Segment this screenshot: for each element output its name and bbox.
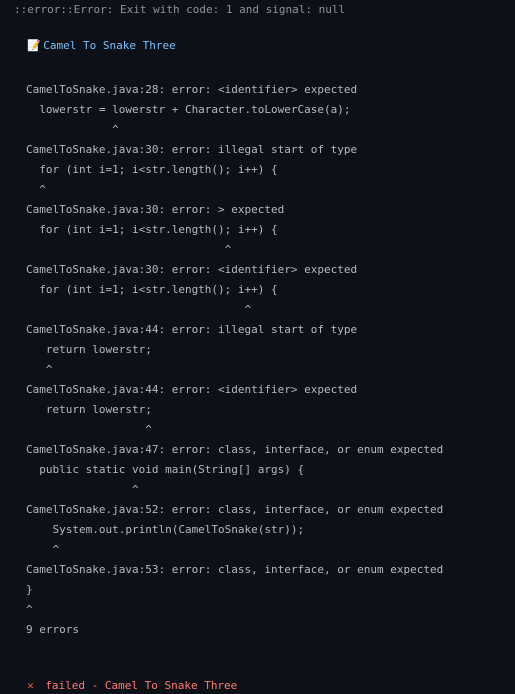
log-line: CamelToSnake.java:28: error: <identifier… [26,83,358,96]
log-line: ^ [26,303,252,316]
log-line: CamelToSnake.java:30: error: <identifier… [26,263,358,276]
log-line: CamelToSnake.java:52: error: class, inte… [26,503,444,516]
log-line: CamelToSnake.java:53: error: class, inte… [26,563,444,576]
log-line: for (int i=1; i<str.length(); i++) { [26,223,278,236]
log-line: System.out.println(CamelToSnake(str)); [26,523,305,536]
log-line: ^ [26,603,33,616]
log-line: for (int i=1; i<str.length(); i++) { [26,163,278,176]
cross-icon: ✕ [27,679,34,692]
log-line: ^ [26,363,53,376]
log-line: lowerstr = lowerstr + Character.toLowerC… [26,103,351,116]
log-line: for (int i=1; i<str.length(); i++) { [26,283,278,296]
failed-status[interactable]: ✕ failed - Camel To Snake Three [14,662,237,692]
step-title-text: Camel To Snake Three [43,39,176,52]
log-line: 9 errors [26,623,79,636]
log-line: return lowerstr; [26,403,152,416]
log-line: ^ [26,543,60,556]
error-exit-line: ::error::Error: Exit with code: 1 and si… [14,3,346,16]
log-line: CamelToSnake.java:47: error: class, inte… [26,443,444,456]
log-line: ^ [26,183,46,196]
log-line: ^ [26,423,152,436]
log-line: CamelToSnake.java:44: error: illegal sta… [26,323,358,336]
memo-icon: 📝 [27,39,41,52]
step-title[interactable]: 📝 Camel To Snake Three [14,22,175,52]
log-line: ^ [26,483,139,496]
log-line: return lowerstr; [26,343,152,356]
log-line: CamelToSnake.java:30: error: illegal sta… [26,143,358,156]
log-line: ^ [26,243,232,256]
log-line: } [26,583,33,596]
log-line: CamelToSnake.java:30: error: > expected [26,203,285,216]
log-line: ^ [26,123,119,136]
log-line: CamelToSnake.java:44: error: <identifier… [26,383,358,396]
log-line: public static void main(String[] args) { [26,463,305,476]
